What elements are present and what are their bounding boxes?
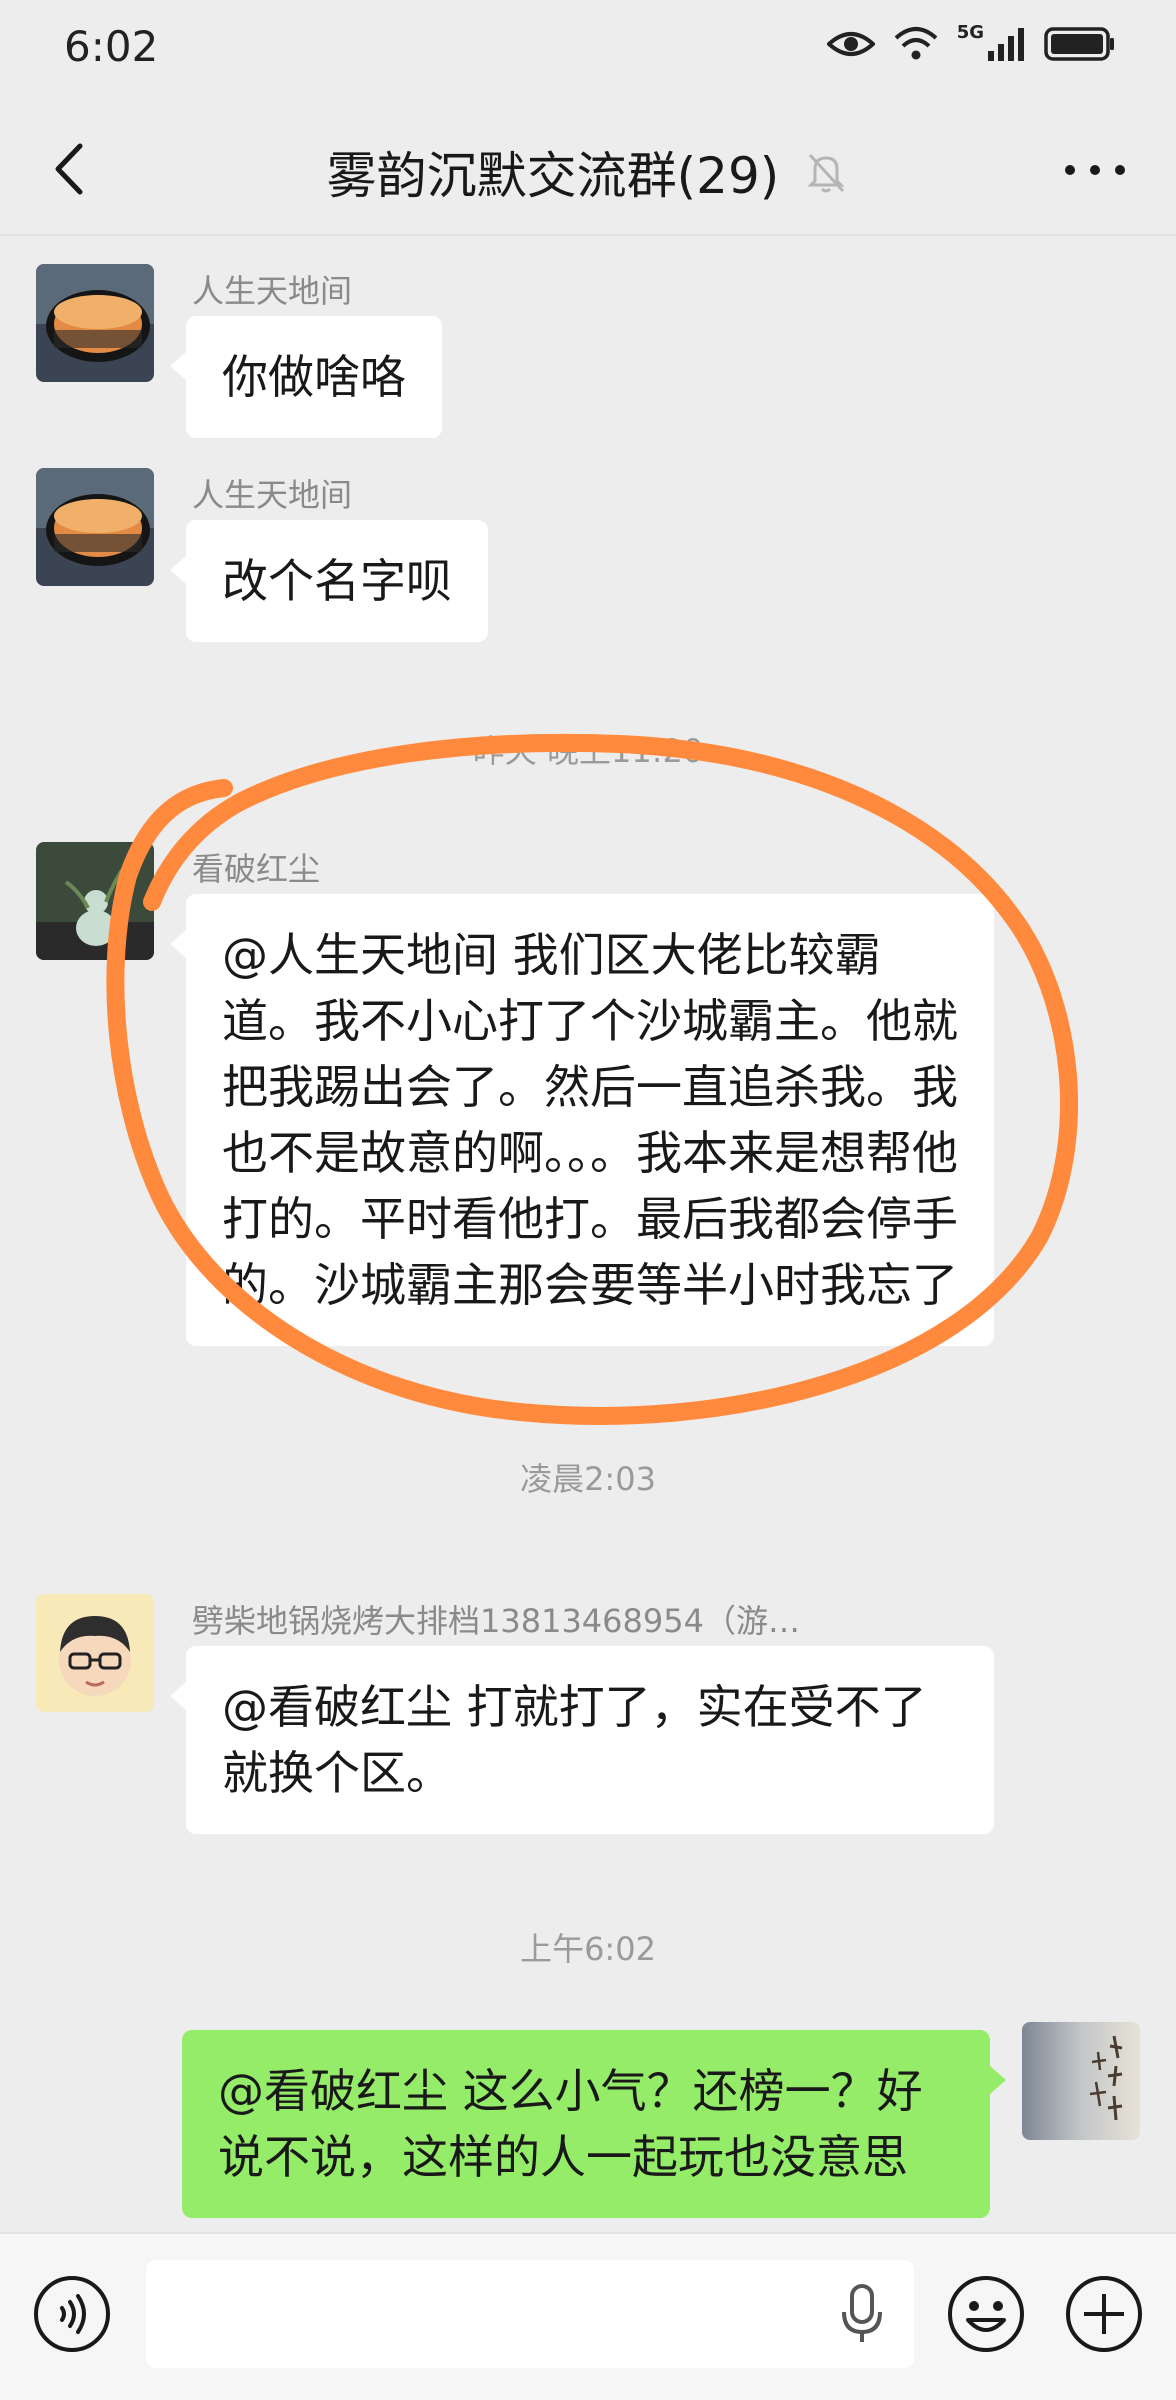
avatar[interactable]	[36, 1594, 154, 1712]
sender-name: 劈柴地锅烧烤大排档13813468954（游…	[192, 1602, 800, 1640]
wifi-icon	[894, 27, 938, 60]
eye-icon	[826, 32, 875, 56]
chat-title[interactable]: 雾韵沉默交流群(29)	[327, 136, 780, 208]
avatar[interactable]	[36, 842, 154, 960]
cartoon-boy-avatar-icon	[36, 1594, 154, 1712]
mirror-sunset-avatar-icon	[36, 468, 154, 586]
sender-name: 看破红尘	[192, 850, 321, 888]
mic-icon[interactable]	[840, 2282, 884, 2346]
timestamp: 昨天 晚上11:20	[472, 732, 704, 770]
message-input[interactable]	[146, 2260, 914, 2368]
message-bubble[interactable]: @看破红尘 这么小气？还榜一？好说不说，这样的人一起玩也没意思	[182, 2030, 1006, 2218]
avatar[interactable]	[1022, 2022, 1140, 2140]
mirror-sunset-avatar-icon	[36, 264, 154, 382]
chat-header: 雾韵沉默交流群(29)	[0, 100, 1176, 236]
gourd-avatar-icon	[36, 842, 154, 960]
input-bar	[0, 2232, 1176, 2400]
timestamp: 上午6:02	[520, 1930, 656, 1968]
emoji-icon[interactable]	[946, 2274, 1026, 2354]
status-time: 6:02	[64, 22, 159, 71]
title-group: 雾韵沉默交流群(29)	[0, 136, 1176, 208]
message-bubble[interactable]: @人生天地间 我们区大佬比较霸道。我不小心打了个沙城霸主。他就把我踢出会了。然后…	[170, 894, 994, 1346]
mute-bell-icon	[807, 153, 845, 193]
network-label: 5G	[956, 22, 984, 43]
plus-icon[interactable]	[1064, 2274, 1144, 2354]
timestamp: 凌晨2:03	[520, 1460, 656, 1498]
message-bubble[interactable]: @看破红尘 打就打了，实在受不了就换个区。	[170, 1646, 994, 1834]
status-icons: 5G	[826, 22, 1116, 62]
message-bubble[interactable]: 改个名字呗	[170, 520, 488, 642]
voice-icon[interactable]	[32, 2274, 112, 2354]
avatar[interactable]	[36, 468, 154, 586]
message-list[interactable]: 人生天地间 你做啥咯 人生天地间 改个名字呗 昨天 晚上11:20 看破红尘 @…	[0, 236, 1176, 2232]
sender-name: 人生天地间	[192, 476, 353, 514]
status-bar: 6:02 5G	[0, 0, 1176, 100]
avatar[interactable]	[36, 264, 154, 382]
battery-icon	[1044, 27, 1114, 61]
message-bubble[interactable]: 你做啥咯	[170, 316, 442, 438]
signal-icon: 5G	[957, 22, 1026, 61]
calligraphy-avatar-icon	[1022, 2022, 1140, 2140]
sender-name: 人生天地间	[192, 272, 353, 310]
more-icon[interactable]	[1060, 152, 1130, 188]
